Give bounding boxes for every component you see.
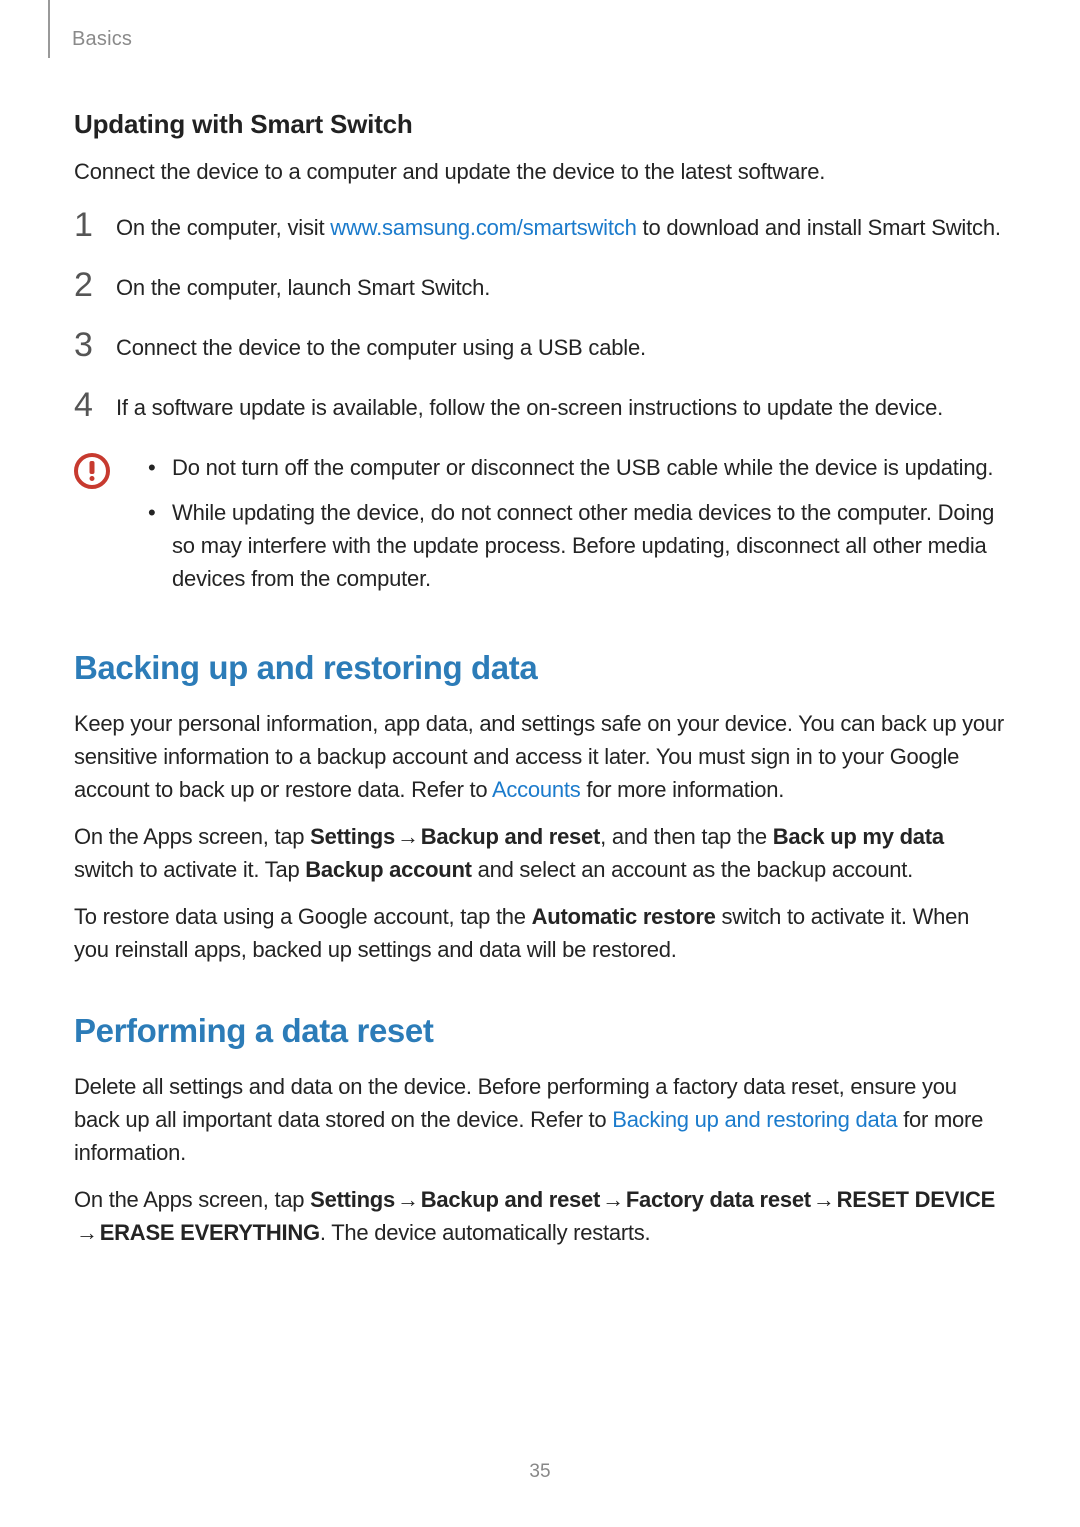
backup-reset-label: Backup and reset: [421, 1187, 600, 1212]
caution-block: Do not turn off the computer or disconne…: [74, 451, 1006, 607]
auto-restore-label: Automatic restore: [532, 904, 716, 929]
update-steps: 1 On the computer, visit www.samsung.com…: [74, 212, 1006, 424]
settings-label: Settings: [310, 824, 395, 849]
backup-account-label: Backup account: [305, 857, 471, 882]
arrow-icon: →: [395, 1183, 421, 1216]
settings-label: Settings: [310, 1187, 395, 1212]
backup-mydata-label: Back up my data: [773, 824, 944, 849]
t: and select an account as the backup acco…: [472, 857, 913, 882]
section-backup: Backing up and restoring data Keep your …: [74, 649, 1006, 966]
step1-pre: On the computer, visit: [116, 215, 330, 240]
backup-p2: On the Apps screen, tap Settings → Backu…: [74, 820, 1006, 886]
arrow-icon: →: [395, 820, 421, 853]
step-number: 3: [74, 328, 116, 362]
factory-reset-label: Factory data reset: [626, 1187, 811, 1212]
heading-backup: Backing up and restoring data: [74, 649, 1006, 687]
backup-p1: Keep your personal information, app data…: [74, 707, 1006, 806]
step-text: If a software update is available, follo…: [116, 392, 1006, 424]
backup-p3: To restore data using a Google account, …: [74, 900, 1006, 966]
step1-post: to download and install Smart Switch.: [637, 215, 1001, 240]
reset-p2: On the Apps screen, tap Settings → Backu…: [74, 1183, 1006, 1249]
step-number: 4: [74, 388, 116, 422]
accounts-link[interactable]: Accounts: [492, 777, 581, 802]
step-text: Connect the device to the computer using…: [116, 332, 1006, 364]
step-number: 2: [74, 268, 116, 302]
backup-link[interactable]: Backing up and restoring data: [612, 1107, 897, 1132]
t: switch to activate it. Tap: [74, 857, 305, 882]
arrow-icon: →: [74, 1216, 100, 1249]
t: , and then tap the: [600, 824, 773, 849]
backup-p1-post: for more information.: [581, 777, 785, 802]
erase-everything-label: ERASE EVERYTHING: [100, 1220, 320, 1245]
page-content: Basics Updating with Smart Switch Connec…: [0, 0, 1080, 1249]
step-2: 2 On the computer, launch Smart Switch.: [74, 272, 1006, 304]
arrow-icon: →: [811, 1183, 837, 1216]
section-reset: Performing a data reset Delete all setti…: [74, 1012, 1006, 1249]
step-3: 3 Connect the device to the computer usi…: [74, 332, 1006, 364]
t: . The device automatically restarts.: [320, 1220, 651, 1245]
backup-reset-label: Backup and reset: [421, 824, 600, 849]
heading-updating: Updating with Smart Switch: [74, 109, 1006, 140]
breadcrumb-section: Basics: [72, 28, 1006, 51]
step-text: On the computer, launch Smart Switch.: [116, 272, 1006, 304]
header-left-border: [48, 0, 50, 58]
step-number: 1: [74, 208, 116, 242]
smartswitch-link[interactable]: www.samsung.com/smartswitch: [330, 215, 636, 240]
caution-item-2: While updating the device, do not connec…: [148, 496, 1006, 595]
page-number: 35: [529, 1461, 550, 1483]
arrow-icon: →: [600, 1183, 626, 1216]
t: On the Apps screen, tap: [74, 1187, 310, 1212]
t: To restore data using a Google account, …: [74, 904, 532, 929]
reset-p1: Delete all settings and data on the devi…: [74, 1070, 1006, 1169]
caution-icon: [74, 453, 110, 489]
update-intro: Connect the device to a computer and upd…: [74, 156, 1006, 188]
heading-reset: Performing a data reset: [74, 1012, 1006, 1050]
t: On the Apps screen, tap: [74, 824, 310, 849]
caution-list: Do not turn off the computer or disconne…: [148, 451, 1006, 607]
step-1: 1 On the computer, visit www.samsung.com…: [74, 212, 1006, 244]
step-text: On the computer, visit www.samsung.com/s…: [116, 212, 1006, 244]
caution-item-1: Do not turn off the computer or disconne…: [148, 451, 1006, 484]
step-4: 4 If a software update is available, fol…: [74, 392, 1006, 424]
reset-device-label: RESET DEVICE: [837, 1187, 995, 1212]
